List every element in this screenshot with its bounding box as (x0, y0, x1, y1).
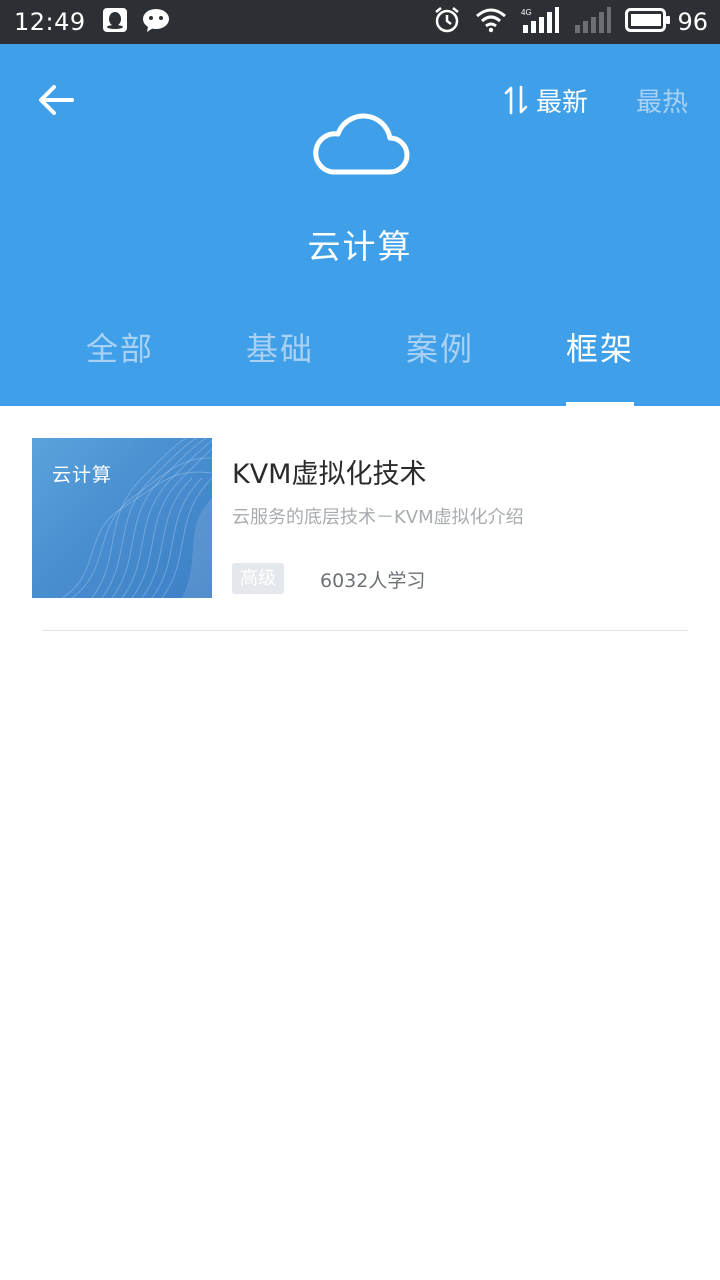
status-notification-icons (102, 7, 172, 37)
list-divider (42, 630, 688, 631)
learner-count: 6032人学习 (320, 570, 426, 592)
sort-latest-button[interactable]: 最新 (504, 82, 588, 119)
status-time: 12:49 (14, 8, 86, 36)
category-tabs: 全部 基础 案例 框架 (0, 324, 720, 406)
wechat-icon (142, 7, 172, 37)
tab-all[interactable]: 全部 (40, 324, 200, 370)
course-list-item[interactable]: 云计算 KVM虚拟化技术 云服务的底层技术－KVM虚拟化介绍 高级 6032人学… (0, 406, 720, 631)
back-button[interactable] (34, 80, 78, 124)
course-description: 云服务的底层技术－KVM虚拟化介绍 (232, 507, 524, 528)
category-title: 云计算 (307, 227, 413, 266)
qq-icon (102, 7, 128, 37)
battery-percent: 96 (677, 8, 708, 36)
wifi-icon (475, 7, 507, 37)
tab-basics[interactable]: 基础 (200, 324, 360, 370)
category-header: 最新 最热 云计算 全部 基础 案例 框架 (0, 44, 720, 406)
level-badge: 高级 (232, 563, 284, 594)
signal-weak-icon (573, 7, 612, 37)
signal-icon: 4G (521, 7, 560, 37)
course-thumbnail: 云计算 (32, 438, 212, 598)
tab-cases[interactable]: 案例 (360, 324, 520, 370)
battery: 96 (625, 8, 708, 36)
network-type-label: 4G (521, 8, 532, 17)
status-bar: 12:49 4G 96 (0, 0, 720, 44)
course-title: KVM虚拟化技术 (232, 459, 427, 490)
arrow-left-icon (39, 85, 74, 115)
thumbnail-label: 云计算 (52, 464, 113, 486)
alarm-icon (433, 6, 461, 38)
sort-hot-button[interactable]: 最热 (636, 82, 688, 119)
battery-icon (625, 8, 671, 36)
sort-arrows-icon (504, 85, 528, 115)
sort-options: 最新 最热 (504, 80, 688, 120)
cloud-icon (310, 108, 410, 178)
status-system-icons: 4G 96 (433, 6, 708, 38)
tab-frameworks[interactable]: 框架 (520, 324, 680, 370)
sort-latest-label: 最新 (535, 87, 588, 118)
